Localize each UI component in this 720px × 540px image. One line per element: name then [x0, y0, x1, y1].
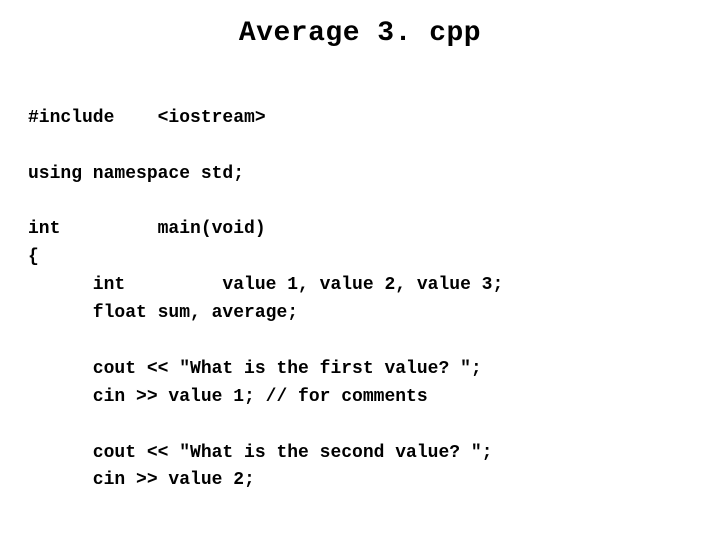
code-line: #include <iostream> [28, 108, 266, 128]
code-line: int main(void) [28, 219, 266, 239]
slide-page: Average 3. cpp #include <iostream> using… [0, 0, 720, 540]
slide-title: Average 3. cpp [28, 18, 692, 49]
code-line: cin >> value 2; [28, 470, 255, 490]
code-line: float sum, average; [28, 303, 298, 323]
code-line: using namespace std; [28, 164, 244, 184]
code-line: cout << "What is the second value? "; [28, 443, 492, 463]
code-line: cin >> value 1; // for comments [28, 387, 428, 407]
code-line: cout << "What is the first value? "; [28, 359, 482, 379]
code-block: #include <iostream> using namespace std;… [28, 77, 692, 495]
code-line: int value 1, value 2, value 3; [28, 275, 503, 295]
code-line: { [28, 247, 39, 267]
